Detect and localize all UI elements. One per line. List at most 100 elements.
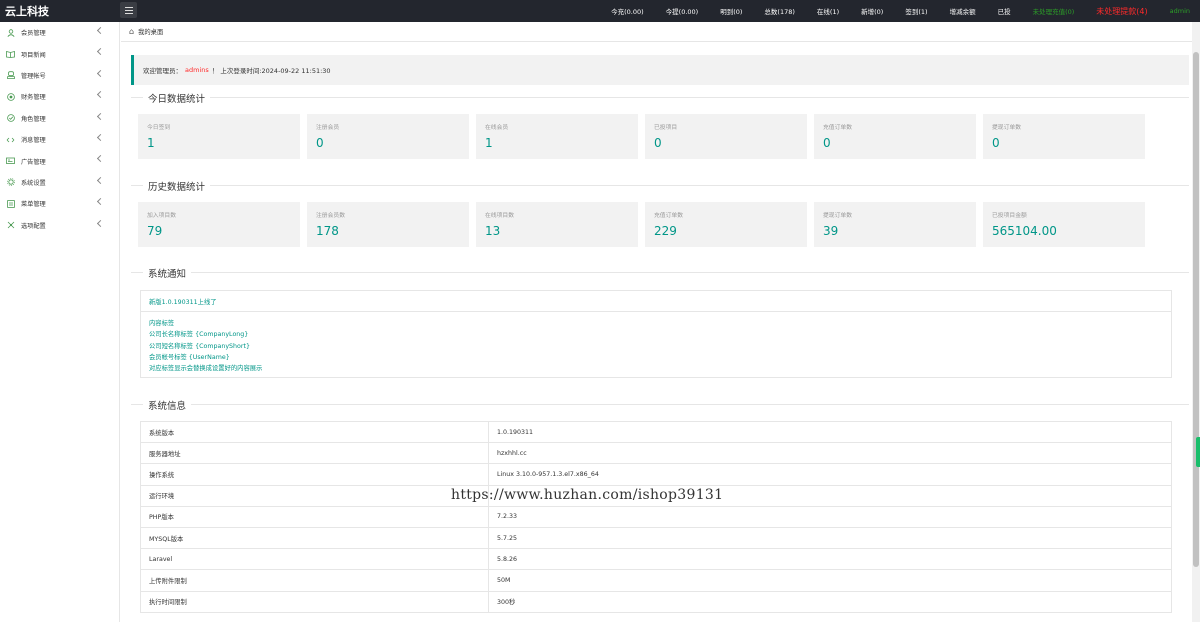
stat-card: 加入项目数 79	[138, 202, 300, 247]
stat-label: 已投项目金额	[992, 213, 1027, 219]
notice-section: 系统通知	[131, 266, 1189, 280]
stat-label: 提现订单数	[992, 125, 1021, 131]
sysinfo-key: PHP版本	[140, 505, 489, 528]
sidebar-item-messages[interactable]: 消息管理	[0, 129, 119, 150]
sidebar-item-finance[interactable]: 财务管理	[0, 86, 119, 107]
stat-label: 今日签到	[147, 125, 171, 131]
sidebar-item-options[interactable]: 选项配置	[0, 215, 119, 236]
sidebar: 会员管理 项目新闻 管理帐号 财务管理 角色管理 消息管理 广告管理 系统设置	[0, 22, 120, 622]
table-row: 执行时间限制 300秒	[140, 590, 1172, 613]
finance-icon	[6, 92, 15, 101]
stat-label: 提现订单数	[823, 213, 852, 219]
sysinfo-key: 执行时间限制	[140, 590, 489, 613]
chevron-left-icon	[96, 48, 105, 56]
stat-card: 在线项目数 13	[476, 202, 638, 247]
sysinfo-value: 5.8.26	[488, 548, 1172, 571]
sysinfo-value: 300秒	[488, 590, 1172, 613]
topnav-today-recharge[interactable]: 今充(0.00)	[600, 6, 655, 16]
topnav-checkin[interactable]: 签到(1)	[894, 6, 938, 16]
account-icon	[6, 71, 15, 80]
breadcrumb-title[interactable]: 我的桌面	[138, 27, 163, 36]
sidebar-item-settings[interactable]: 系统设置	[0, 172, 119, 193]
stat-label: 在线会员	[485, 125, 509, 131]
section-title: 系统通知	[143, 266, 192, 280]
stat-card: 提现订单数 39	[814, 202, 976, 247]
table-row: PHP版本 7.2.33	[140, 505, 1172, 528]
stat-value: 0	[654, 136, 662, 150]
topnav-online[interactable]: 在线(1)	[806, 6, 850, 16]
message-icon	[6, 135, 15, 144]
stat-value: 0	[316, 136, 324, 150]
topnav-new[interactable]: 新增(0)	[850, 6, 894, 16]
stat-value: 13	[485, 224, 501, 238]
notice-line: 内容标签	[149, 320, 175, 327]
top-bar: 云上科技 今充(0.00) 今提(0.00) 明到(0) 总数(178) 在线(…	[0, 0, 1200, 22]
sidebar-item-label: 选项配置	[21, 222, 46, 230]
notice-line: 会员帐号标签 {UserName}	[149, 353, 230, 361]
stat-label: 充值订单数	[823, 125, 852, 131]
chevron-left-icon	[96, 69, 105, 77]
stat-value: 1	[485, 136, 493, 150]
stat-card: 在线会员 1	[476, 114, 638, 159]
stat-label: 注册会员数	[316, 213, 345, 219]
sidebar-item-menus[interactable]: 菜单管理	[0, 193, 119, 214]
sidebar-item-accounts[interactable]: 管理帐号	[0, 65, 119, 86]
table-row: MYSQL版本 5.7.25	[140, 526, 1172, 550]
table-row: 操作系统 Linux 3.10.0-957.1.3.el7.x86_64	[140, 463, 1172, 486]
table-row: 上传附件限制 50M	[140, 569, 1172, 592]
stat-value: 0	[823, 136, 831, 150]
topnav-pending-withdraw[interactable]: 未处理提款(4)	[1085, 6, 1158, 17]
section-title: 历史数据统计	[143, 179, 211, 193]
sidebar-item-ads[interactable]: 广告管理	[0, 150, 119, 171]
welcome-prefix: 欢迎管理员：	[143, 67, 182, 75]
notice-headline[interactable]: 新版1.0.190311上线了	[141, 291, 1171, 312]
sidebar-item-news[interactable]: 项目新闻	[0, 43, 119, 64]
sysinfo-key: MYSQL版本	[140, 526, 489, 550]
sidebar-item-label: 消息管理	[21, 137, 46, 145]
sysinfo-key: 系统版本	[140, 420, 489, 444]
stat-label: 注册会员	[316, 125, 340, 131]
sidebar-item-label: 广告管理	[21, 158, 46, 166]
stat-card: 注册会员数 178	[307, 202, 469, 247]
notice-line: 对应标签显示会替换成设置好的内容展示	[149, 365, 263, 373]
sidebar-item-members[interactable]: 会员管理	[0, 22, 119, 43]
welcome-suffix: ！ 上次登录时间:2024-09-22 11:51:30	[211, 67, 331, 75]
scrollbar-thumb[interactable]	[1193, 52, 1199, 567]
table-row: 系统版本 1.0.190311	[140, 420, 1172, 444]
topnav-today-withdraw[interactable]: 今提(0.00)	[655, 6, 710, 16]
option-icon	[6, 221, 15, 230]
topnav-user-menu[interactable]: admin	[1159, 7, 1194, 15]
topnav-total[interactable]: 总数(178)	[753, 6, 805, 16]
top-nav: 今充(0.00) 今提(0.00) 明到(0) 总数(178) 在线(1) 新增…	[600, 0, 1200, 22]
home-icon[interactable]: ⌂	[129, 27, 134, 36]
sysinfo-key: Laravel	[140, 548, 489, 571]
sysinfo-value: 1.0.190311	[488, 420, 1172, 444]
sidebar-item-roles[interactable]: 角色管理	[0, 108, 119, 129]
chevron-left-icon	[96, 176, 105, 184]
stat-card: 提现订单数 0	[983, 114, 1145, 159]
stat-label: 已投项目	[654, 125, 678, 131]
menu-icon	[6, 199, 15, 208]
menu-toggle-button[interactable]	[120, 2, 137, 18]
table-row: 服务器地址 hzxhhl.cc	[140, 442, 1172, 465]
stat-card: 今日签到 1	[138, 114, 300, 159]
sidebar-item-label: 角色管理	[21, 115, 46, 123]
topnav-adjust-balance[interactable]: 增减余额	[939, 6, 987, 16]
stat-value: 39	[823, 224, 839, 238]
today-stats-cards: 今日签到 1 注册会员 0 在线会员 1 已投项目 0 充值订单数 0 提现订单数 0	[138, 114, 1145, 159]
sysinfo-table: 系统版本 1.0.190311 服务器地址 hzxhhl.cc 操作系统 Linux …	[140, 420, 1172, 613]
chevron-left-icon	[96, 133, 105, 141]
topnav-invested[interactable]: 已投	[987, 6, 1022, 16]
stat-value: 229	[654, 224, 677, 238]
topnav-pending-recharge[interactable]: 未处理充值(0)	[1022, 6, 1086, 16]
side-tab[interactable]	[1196, 437, 1200, 467]
sidebar-item-label: 会员管理	[21, 30, 46, 38]
today-stats-section: 今日数据统计	[131, 91, 1189, 105]
notice-panel: 新版1.0.190311上线了 内容标签 公司长名称标签 {CompanyLon…	[140, 290, 1172, 378]
user-icon	[6, 28, 15, 37]
sidebar-item-label: 系统设置	[21, 179, 46, 187]
scrollbar[interactable]	[1192, 22, 1200, 622]
main-content: ⌂ 我的桌面 欢迎管理员： admins ！ 上次登录时间:2024-09-22…	[121, 22, 1200, 622]
notice-line: 公司短名称标签 {CompanyShort}	[149, 342, 250, 350]
topnav-tomorrow-due[interactable]: 明到(0)	[709, 6, 753, 16]
